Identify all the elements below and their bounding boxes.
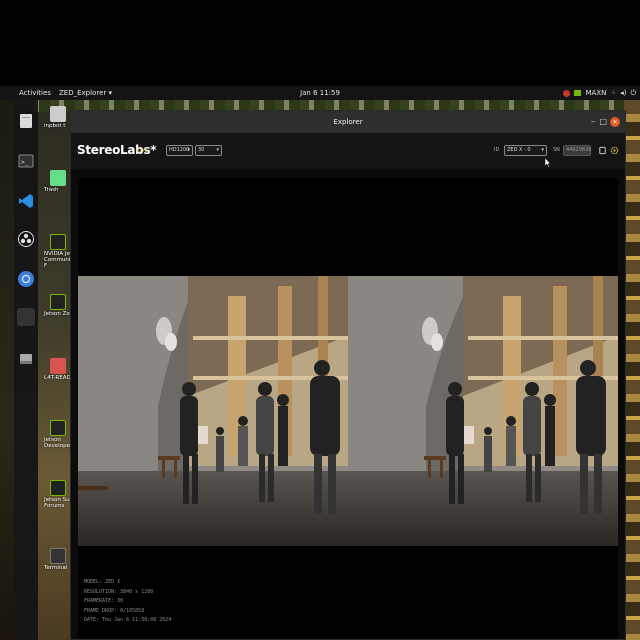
camera-select-value: ZED X - 0 [507, 147, 531, 153]
stereo-feed [78, 276, 618, 546]
window-titlebar[interactable]: Explorer – □ × [71, 111, 625, 133]
system-top-bar: Activities ZED_Explorer ▾ Jan 6 11:59 MA… [0, 86, 640, 100]
camera-select[interactable]: ZED X - 0 ▾ [504, 145, 547, 156]
terminal-icon [50, 548, 66, 564]
power-mode-label[interactable]: MAXN [585, 86, 606, 100]
right-camera-view [348, 276, 618, 546]
clock[interactable]: Jan 6 11:59 [300, 86, 340, 100]
trash-icon [50, 170, 66, 186]
chromium-icon[interactable] [17, 270, 35, 288]
system-tray: MAXN ⁘ ◂) ⏻ [563, 86, 636, 100]
settings-gear-icon[interactable] [610, 146, 619, 155]
power-icon[interactable]: ⏻ [630, 86, 636, 100]
explorer-window: Explorer – □ × StereoLabs* LIVE HD1200 ▾… [70, 110, 626, 640]
files-icon[interactable] [17, 112, 35, 130]
explorer-toolbar: StereoLabs* LIVE HD1200 ▾ 30 ▾ ID ZED X … [71, 133, 625, 169]
camera-info-panel: MODEL: ZED X RESOLUTION: 3840 x 1200 FRA… [84, 578, 171, 626]
drive-icon[interactable] [17, 350, 35, 368]
serial-number-field: 44620836 [563, 145, 591, 156]
file-icon [50, 106, 66, 122]
nvidia-icon [50, 234, 66, 250]
info-date: DATE: Thu Jan 6 11:58:08 2024 [84, 617, 172, 623]
mouse-cursor-icon [545, 158, 551, 168]
close-button[interactable]: × [610, 117, 620, 127]
nvidia-power-icon[interactable] [574, 90, 582, 96]
minimize-button[interactable]: – [591, 111, 595, 133]
network-icon[interactable]: ⁘ [610, 86, 616, 100]
left-camera-view [78, 276, 348, 546]
blank-app-icon[interactable] [17, 308, 35, 326]
dock: >_ [14, 100, 38, 640]
maximize-button[interactable]: □ [599, 111, 607, 133]
nvidia-icon [50, 420, 66, 436]
obs-icon[interactable] [17, 230, 35, 248]
nvidia-icon [50, 480, 66, 496]
app-menu-button[interactable]: ZED_Explorer ▾ [59, 86, 112, 100]
camera-viewer: MODEL: ZED X RESOLUTION: 3840 x 1200 FRA… [78, 178, 618, 638]
nvidia-update-icon[interactable] [563, 89, 571, 97]
record-icon[interactable] [598, 146, 607, 155]
top-letterbox [0, 0, 640, 86]
resolution-select-value: HD1200 [169, 147, 190, 153]
wallpaper-right-edge [624, 100, 640, 640]
info-framerate: FRAMERATE: 30 [84, 598, 124, 604]
serial-number-value: 44620836 [566, 147, 592, 153]
fps-select-value: 30 [198, 147, 205, 153]
terminal-icon[interactable]: >_ [17, 152, 35, 170]
window-title: Explorer [333, 118, 363, 126]
volume-icon[interactable]: ◂) [620, 86, 626, 100]
chevron-down-icon: ▾ [187, 147, 190, 153]
chevron-down-icon: ▾ [541, 147, 544, 153]
info-frame-drop: FRAME DROP: 0/105858 [84, 607, 145, 614]
info-resolution: RESOLUTION: 3840 x 1200 [84, 588, 154, 595]
activities-button[interactable]: Activities [19, 86, 51, 100]
fps-select[interactable]: 30 ▾ [195, 145, 222, 156]
wallpaper-left-edge [0, 100, 14, 640]
camera-id-label: ID [494, 147, 500, 153]
resolution-select[interactable]: HD1200 ▾ [166, 145, 193, 156]
nvidia-icon [50, 294, 66, 310]
serial-number-label: SN [553, 147, 560, 153]
info-model: MODEL: ZED X [84, 579, 121, 585]
vscode-icon[interactable] [17, 192, 35, 210]
svg-text:>_: >_ [21, 159, 29, 166]
chevron-down-icon: ▾ [216, 147, 219, 153]
folder-icon [50, 358, 66, 374]
live-indicator: LIVE [137, 148, 148, 154]
